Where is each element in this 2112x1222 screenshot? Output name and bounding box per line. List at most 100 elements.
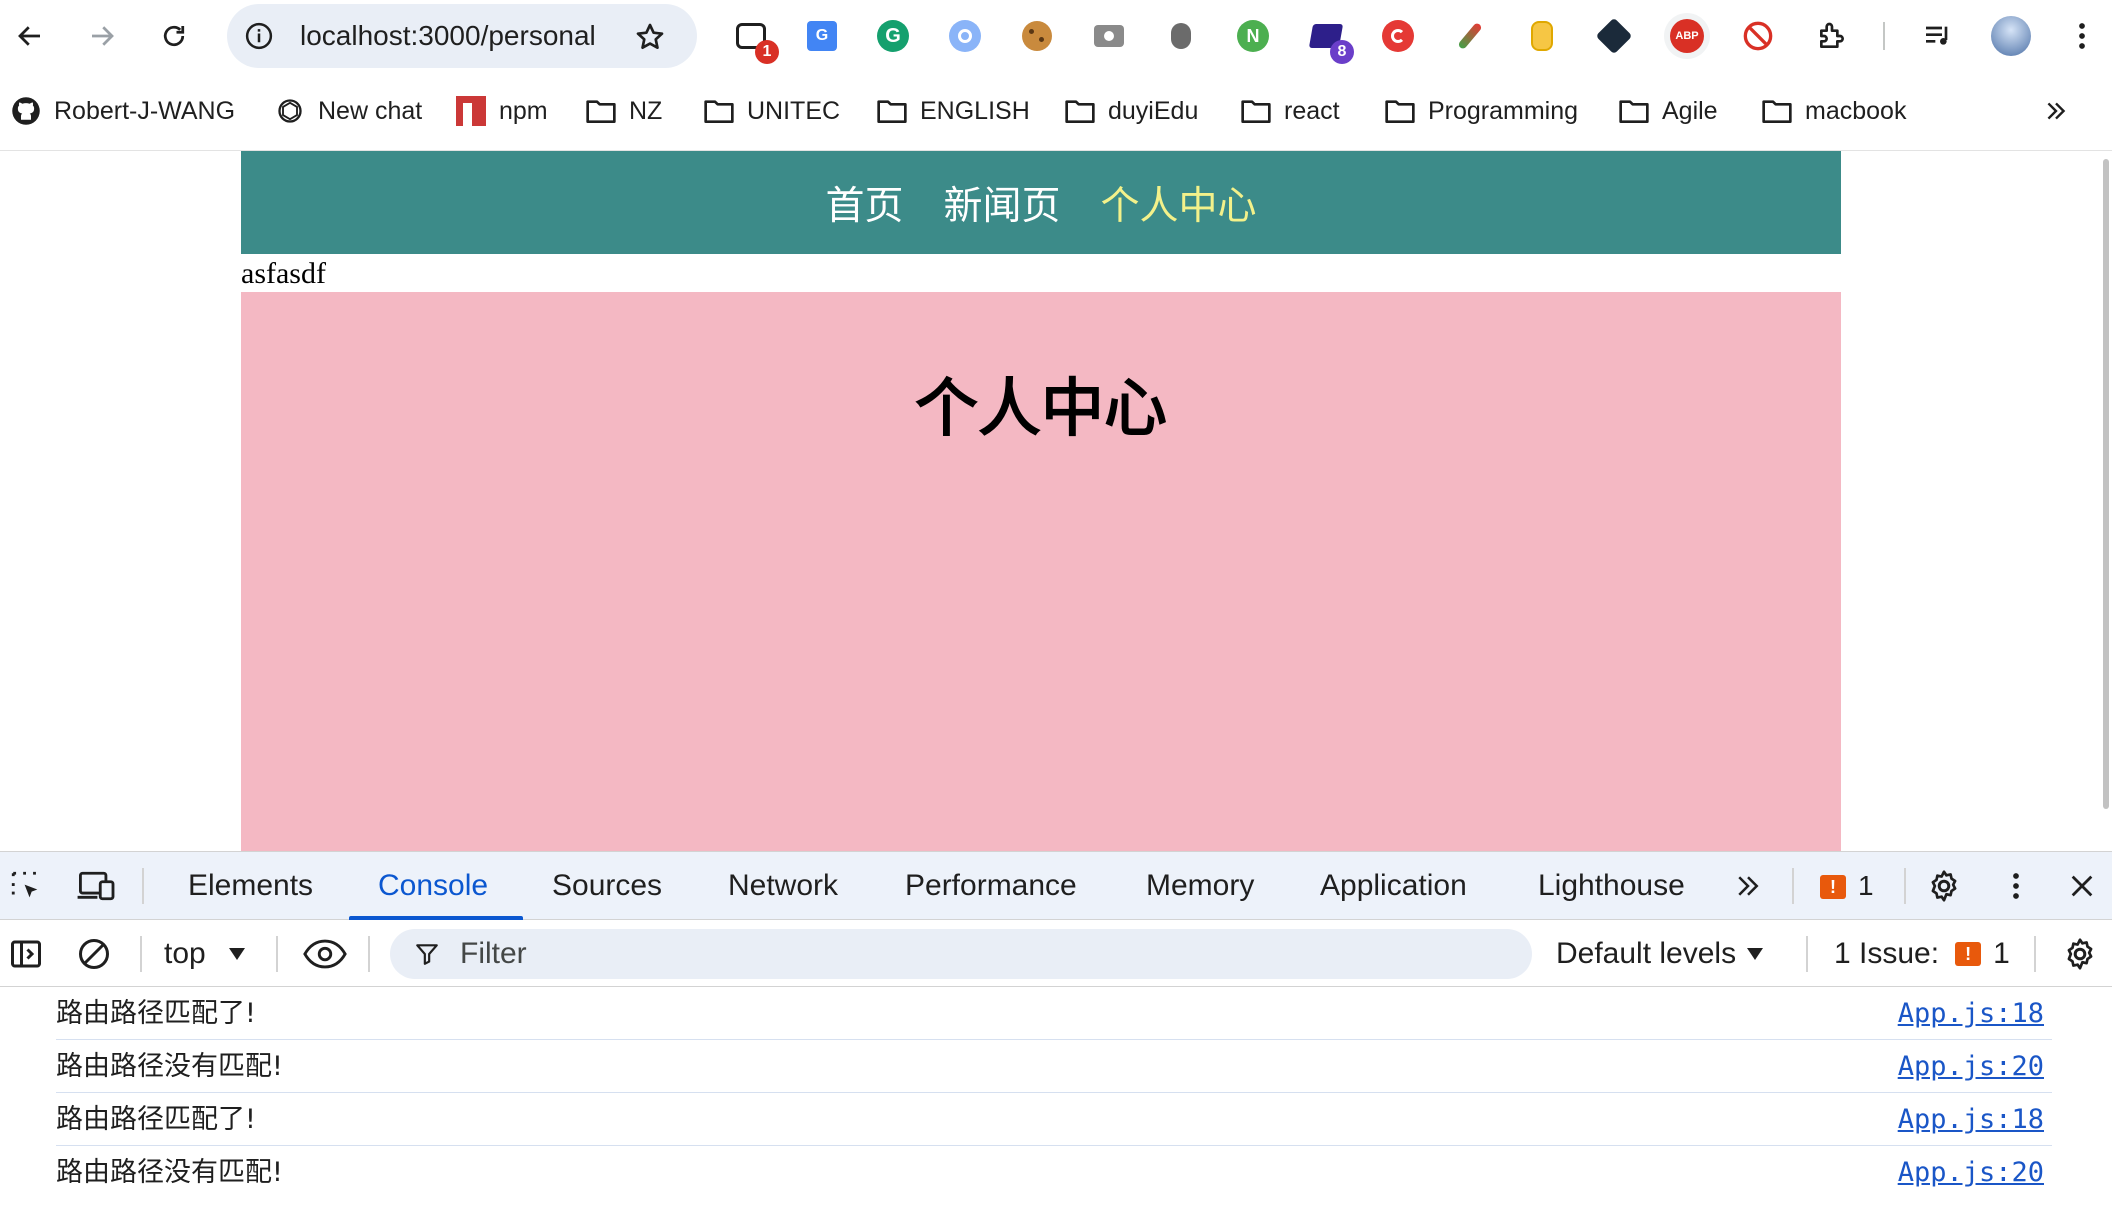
- bookmark-label: react: [1284, 96, 1340, 125]
- back-button[interactable]: [6, 12, 54, 60]
- cookie-icon[interactable]: [1017, 16, 1057, 56]
- browser-menu-icon[interactable]: [2062, 16, 2102, 56]
- page-scrollbar-thumb[interactable]: [2103, 159, 2109, 809]
- chevron-down-icon: [1747, 947, 1764, 960]
- clear-console-icon[interactable]: [74, 934, 114, 974]
- grammarly-icon[interactable]: G: [873, 16, 913, 56]
- issues-warning-icon[interactable]: !: [1818, 872, 1848, 902]
- reload-button[interactable]: [150, 12, 198, 60]
- nav-link-home[interactable]: 首页: [825, 175, 903, 231]
- devtool-icon[interactable]: [1594, 16, 1634, 56]
- console-log-row: 路由路径没有匹配! App.js:20: [56, 1041, 2052, 1093]
- live-expression-eye-icon[interactable]: [300, 934, 350, 974]
- console-toolbar: top Filter Default levels 1 Issue: ! 1: [0, 920, 2112, 987]
- log-message: 路由路径没有匹配!: [56, 1157, 283, 1188]
- bookmark-duyiedu[interactable]: duyiEdu: [1064, 88, 1198, 134]
- bookmark-nz[interactable]: NZ: [585, 88, 662, 134]
- settings-gear-icon[interactable]: [1924, 866, 1964, 906]
- devtools-tab-bar: Elements Console Sources Network Perform…: [0, 852, 2112, 920]
- bookmark-agile[interactable]: Agile: [1618, 88, 1718, 134]
- block-icon[interactable]: [1738, 16, 1778, 56]
- bookmark-macbook[interactable]: macbook: [1761, 88, 1906, 134]
- extensions-puzzle-icon[interactable]: [1812, 16, 1852, 56]
- address-bar[interactable]: localhost:3000/personal: [227, 4, 697, 68]
- folder-icon: [1384, 95, 1416, 127]
- stray-text: asfasdf: [241, 257, 326, 290]
- chatgpt-extension-icon[interactable]: 1: [731, 16, 779, 64]
- url-text[interactable]: localhost:3000/personal: [300, 4, 596, 68]
- bookmark-npm[interactable]: npm: [455, 88, 548, 134]
- node-icon[interactable]: N: [1233, 16, 1273, 56]
- profile-avatar[interactable]: [1990, 15, 2032, 57]
- browser-toolbar: localhost:3000/personal 1 G G N 8 ABP: [0, 0, 2112, 72]
- log-source-link[interactable]: App.js:20: [1898, 1147, 2044, 1199]
- bookmark-react[interactable]: react: [1240, 88, 1340, 134]
- forward-button[interactable]: [78, 12, 126, 60]
- extension-8-icon[interactable]: 8: [1306, 16, 1354, 64]
- bookmark-label: Agile: [1662, 96, 1718, 125]
- issues-label: 1 Issue:: [1834, 936, 1940, 970]
- bookmark-programming[interactable]: Programming: [1384, 88, 1578, 134]
- site-info-icon[interactable]: [241, 18, 277, 54]
- bookmark-label: npm: [499, 96, 548, 125]
- bookmarks-bar: Robert-J-WANG New chat npm NZ UNITEC ENG…: [0, 88, 2112, 134]
- chatgpt-extension-badge: 1: [755, 40, 779, 64]
- adblock-icon[interactable]: ABP: [1664, 13, 1710, 59]
- tab-separator: [1792, 868, 1794, 904]
- bookmark-new-chat[interactable]: New chat: [274, 88, 422, 134]
- toolbar-divider: [1883, 22, 1885, 50]
- context-select[interactable]: top: [164, 920, 246, 987]
- camera-icon[interactable]: [1089, 16, 1129, 56]
- toolbar-separator: [140, 936, 142, 972]
- more-tabs-icon[interactable]: [1730, 868, 1766, 904]
- bookmark-label: duyiEdu: [1108, 96, 1199, 125]
- bookmarks-overflow-icon[interactable]: [2036, 88, 2076, 134]
- close-devtools-icon[interactable]: [2062, 866, 2102, 906]
- mouse-icon[interactable]: [1522, 16, 1562, 56]
- log-levels-value: Default levels: [1556, 936, 1737, 970]
- npm-icon: [455, 95, 487, 127]
- page-title: 个人中心: [915, 371, 1167, 445]
- log-source-link[interactable]: App.js:18: [1898, 988, 2044, 1040]
- nav-link-personal[interactable]: 个人中心: [1101, 175, 1257, 231]
- media-controls-icon[interactable]: [1918, 16, 1958, 56]
- tab-memory[interactable]: Memory: [1146, 852, 1254, 920]
- log-message: 路由路径没有匹配!: [56, 1051, 283, 1082]
- toolbar-separator: [368, 936, 370, 972]
- log-source-link[interactable]: App.js:20: [1898, 1041, 2044, 1093]
- inspect-element-icon[interactable]: [6, 866, 46, 906]
- tab-sources[interactable]: Sources: [552, 852, 662, 920]
- personal-center-panel: 个人中心: [241, 292, 1841, 851]
- tab-elements[interactable]: Elements: [188, 852, 313, 920]
- folder-icon: [876, 95, 908, 127]
- bookmark-label: Robert-J-WANG: [54, 96, 236, 125]
- tab-lighthouse[interactable]: Lighthouse: [1538, 852, 1685, 920]
- sync-icon[interactable]: [1378, 16, 1418, 56]
- tab-network[interactable]: Network: [728, 852, 838, 920]
- extension-8-badge: 8: [1330, 40, 1354, 64]
- console-settings-gear-icon[interactable]: [2060, 934, 2100, 974]
- reload-icon: [163, 25, 185, 47]
- google-translate-icon[interactable]: G: [802, 16, 842, 56]
- arrow-left-icon: [18, 26, 40, 46]
- device-toolbar-icon[interactable]: [74, 866, 118, 906]
- bookmark-unitec[interactable]: UNITEC: [703, 88, 840, 134]
- bookmark-robert-j-wang[interactable]: Robert-J-WANG: [10, 88, 235, 134]
- show-sidebar-icon[interactable]: [6, 934, 46, 974]
- tab-application[interactable]: Application: [1320, 852, 1467, 920]
- tab-console[interactable]: Console: [378, 852, 488, 920]
- bookmark-english[interactable]: ENGLISH: [876, 88, 1030, 134]
- tab-performance[interactable]: Performance: [905, 852, 1077, 920]
- log-levels-select[interactable]: Default levels: [1556, 920, 1764, 987]
- devtools-menu-icon[interactable]: [1996, 866, 2036, 906]
- issues-link[interactable]: 1 Issue: ! 1: [1834, 920, 2010, 987]
- bug-icon[interactable]: [1161, 16, 1201, 56]
- bookmark-star-icon[interactable]: [631, 18, 669, 56]
- issues-badge-count[interactable]: 1: [1858, 870, 1874, 902]
- search-extension-icon[interactable]: [945, 16, 985, 56]
- issues-warning-icon: !: [1955, 941, 1982, 966]
- console-filter-input[interactable]: Filter: [390, 929, 1532, 979]
- log-source-link[interactable]: App.js:18: [1898, 1094, 2044, 1146]
- feather-icon[interactable]: [1450, 16, 1490, 56]
- nav-link-news[interactable]: 新闻页: [943, 175, 1060, 231]
